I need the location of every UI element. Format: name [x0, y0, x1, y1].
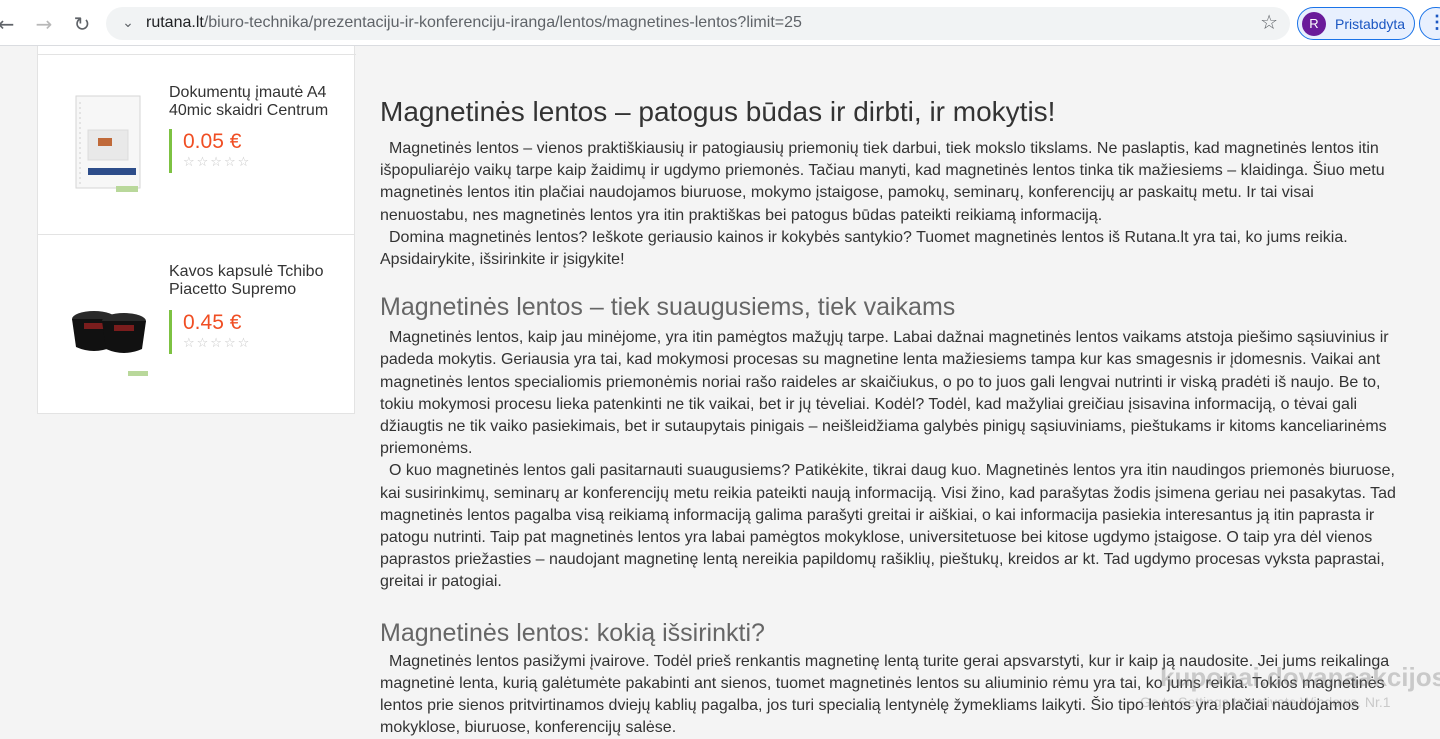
profile-status-label: Pristabdyta [1335, 16, 1406, 32]
browser-menu-icon[interactable]: ⋮ [1419, 7, 1440, 40]
product-image-sheet-protector[interactable] [58, 90, 158, 200]
address-bar[interactable]: ⌄ rutana.lt/biuro-technika/prezentaciju-… [106, 7, 1290, 40]
product-card[interactable]: Dokumentų įmautė A4 40mic skaidri Centru… [37, 46, 356, 235]
product-card[interactable]: Kavos kapsulė Tchibo Piacetto Supremo 0.… [37, 234, 355, 414]
url-host: rutana.lt [146, 14, 204, 31]
price-block: 0.05 € ☆☆☆☆☆ [169, 129, 319, 173]
reload-icon[interactable]: ↻ [68, 10, 96, 38]
avatar: R [1302, 12, 1326, 36]
product-price: 0.05 € [183, 130, 242, 153]
url-text[interactable]: rutana.lt/biuro-technika/prezentaciju-ir… [146, 14, 802, 32]
divider [38, 54, 356, 55]
article-content: Magnetinės lentos – patogus būdas ir dir… [380, 94, 1400, 739]
back-arrow-icon[interactable]: ← [0, 10, 20, 38]
intro-paragraph: Domina magnetinės lentos? Ieškote geriau… [380, 228, 1348, 269]
url-path: /biuro-technika/prezentaciju-ir-konferen… [203, 14, 802, 31]
browser-toolbar: ← → ↻ ⌄ rutana.lt/biuro-technika/prezent… [0, 0, 1440, 46]
product-image-coffee-capsules[interactable] [58, 275, 158, 385]
rating-stars: ☆☆☆☆☆ [183, 336, 252, 351]
sidebar-products: Dokumentų įmautė A4 40mic skaidri Centru… [37, 46, 356, 414]
watermark: kuponai.dovanaakcijos.lt Go to Settings … [1140, 662, 1440, 722]
watermark-activation-notice: Go to Settings to activate Windows. Nr.1 [1140, 694, 1391, 710]
intro-paragraph: Magnetinės lentos – vienos praktiškiausi… [380, 140, 1385, 224]
site-info-icon[interactable]: ⌄ [118, 12, 138, 34]
price-block: 0.45 € ☆☆☆☆☆ [169, 310, 319, 354]
product-name[interactable]: Dokumentų įmautė A4 40mic skaidri Centru… [169, 84, 349, 120]
forward-arrow-icon[interactable]: → [30, 10, 58, 38]
section-paragraph: O kuo magnetinės lentos gali pasitarnaut… [380, 462, 1396, 591]
product-price: 0.45 € [183, 311, 242, 334]
article-title: Magnetinės lentos – patogus būdas ir dir… [380, 96, 1056, 127]
watermark-site: kuponai.dovanaakcijos.lt [1160, 662, 1440, 692]
section-paragraph: Magnetinės lentos, kaip jau minėjome, yr… [380, 329, 1389, 458]
bookmark-star-icon[interactable]: ☆ [1260, 10, 1278, 34]
section-heading: Magnetinės lentos: kokią išsirinkti? [380, 618, 765, 647]
rating-stars: ☆☆☆☆☆ [183, 155, 252, 170]
profile-button[interactable]: R Pristabdyta [1297, 7, 1415, 40]
section-heading: Magnetinės lentos – tiek suaugusiems, ti… [380, 293, 956, 322]
product-name[interactable]: Kavos kapsulė Tchibo Piacetto Supremo [169, 263, 349, 299]
